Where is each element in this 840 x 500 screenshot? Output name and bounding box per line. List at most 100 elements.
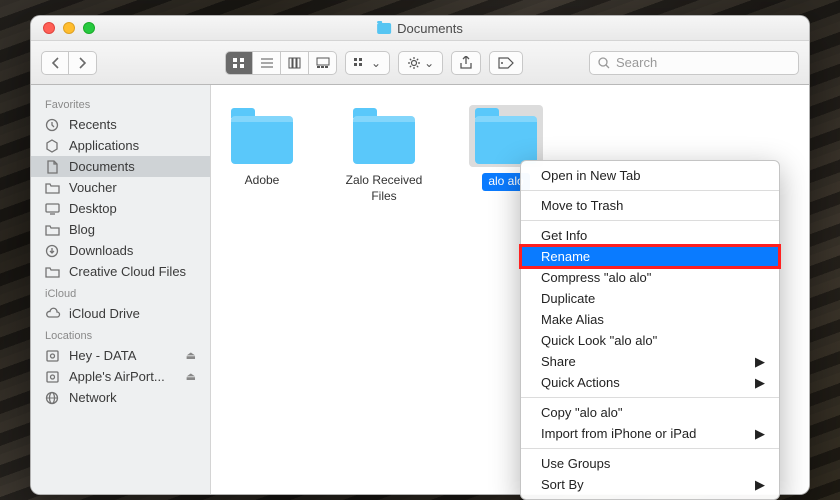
menu-item-label: Get Info [541,228,587,243]
menu-item-use-groups[interactable]: Use Groups [521,453,779,474]
search-placeholder: Search [616,55,657,70]
menu-item-label: Open in New Tab [541,168,641,183]
folder-icon [45,223,61,237]
sidebar-item-blog[interactable]: Blog [31,219,210,240]
sidebar-item-downloads[interactable]: Downloads [31,240,210,261]
menu-item-quick-actions[interactable]: Quick Actions ▶ [521,372,779,393]
eject-icon[interactable]: ⏏ [186,349,196,362]
menu-item-label: Make Alias [541,312,604,327]
submenu-arrow-icon: ▶ [755,477,765,493]
cloud-icon [45,307,61,321]
menu-item-compress-alo-alo[interactable]: Compress "alo alo" [521,267,779,288]
sidebar-item-creative-cloud-files[interactable]: Creative Cloud Files [31,261,210,282]
doc-icon [45,160,61,174]
apps-icon [45,139,61,153]
submenu-arrow-icon: ▶ [755,354,765,370]
desktop-icon [45,202,61,216]
share-button[interactable] [451,51,481,75]
forward-button[interactable] [69,51,97,75]
folder-label: Zalo Received Files [339,173,429,204]
menu-item-rename[interactable]: Rename [521,246,779,267]
window-title: Documents [397,21,463,36]
sidebar-item-label: Hey - DATA [69,348,136,363]
sidebar-item-label: Network [69,390,117,405]
search-input[interactable]: Search [589,51,799,75]
menu-item-import-from-iphone-or-ipad[interactable]: Import from iPhone or iPad ▶ [521,423,779,444]
folder-icon [353,116,415,164]
folder-item[interactable]: Adobe [225,105,299,189]
sidebar-item-label: Voucher [69,180,117,195]
menu-item-label: Use Groups [541,456,610,471]
action-button[interactable]: ⌄ [398,51,443,75]
folder-icon [231,116,293,164]
sidebar-item-desktop[interactable]: Desktop [31,198,210,219]
view-columns-button[interactable] [281,51,309,75]
sidebar-item-label: Creative Cloud Files [69,264,186,279]
clock-icon [45,118,61,132]
folder-icon [45,265,61,279]
sidebar-section-header: Locations [31,324,210,345]
sidebar-item-apple-s-airport-[interactable]: Apple's AirPort... ⏏ [31,366,210,387]
menu-item-label: Duplicate [541,291,595,306]
view-icons-button[interactable] [225,51,253,75]
sidebar-item-voucher[interactable]: Voucher [31,177,210,198]
folder-label: Adobe [245,173,280,189]
view-list-button[interactable] [253,51,281,75]
menu-item-label: Share [541,354,576,369]
sidebar-item-icloud-drive[interactable]: iCloud Drive [31,303,210,324]
globe-icon [45,391,61,405]
menu-item-label: Copy "alo alo" [541,405,623,420]
tags-button[interactable] [489,51,523,75]
download-icon [45,244,61,258]
sidebar-item-applications[interactable]: Applications [31,135,210,156]
sidebar-section-header: Favorites [31,93,210,114]
disk-icon [45,370,61,384]
sidebar-item-hey-data[interactable]: Hey - DATA ⏏ [31,345,210,366]
title-folder-icon [377,23,391,34]
sidebar-item-network[interactable]: Network [31,387,210,408]
sidebar-item-documents[interactable]: Documents [31,156,210,177]
sidebar-item-recents[interactable]: Recents [31,114,210,135]
sidebar-item-label: Documents [69,159,135,174]
sidebar-item-label: Blog [69,222,95,237]
menu-item-label: Quick Actions [541,375,620,390]
close-button[interactable] [43,22,55,34]
menu-item-make-alias[interactable]: Make Alias [521,309,779,330]
menu-item-label: Sort By [541,477,584,492]
eject-icon[interactable]: ⏏ [186,370,196,383]
menu-item-open-in-new-tab[interactable]: Open in New Tab [521,165,779,186]
back-button[interactable] [41,51,69,75]
folder-icon [45,181,61,195]
menu-item-quick-look-alo-alo[interactable]: Quick Look "alo alo" [521,330,779,351]
zoom-button[interactable] [83,22,95,34]
menu-item-label: Move to Trash [541,198,623,213]
menu-item-get-info[interactable]: Get Info [521,225,779,246]
titlebar[interactable]: Documents [31,16,809,41]
menu-item-copy-alo-alo[interactable]: Copy "alo alo" [521,402,779,423]
toolbar: ⌄ ⌄ Search [31,41,809,85]
menu-item-sort-by[interactable]: Sort By ▶ [521,474,779,495]
sidebar-item-label: Applications [69,138,139,153]
sidebar-item-label: Downloads [69,243,133,258]
folder-item[interactable]: Zalo Received Files [339,105,429,204]
menu-item-label: Quick Look "alo alo" [541,333,657,348]
menu-item-label: Compress "alo alo" [541,270,651,285]
menu-item-share[interactable]: Share ▶ [521,351,779,372]
submenu-arrow-icon: ▶ [755,426,765,442]
sidebar-item-label: Recents [69,117,117,132]
sidebar-section-header: iCloud [31,282,210,303]
submenu-arrow-icon: ▶ [755,375,765,391]
menu-item-label: Import from iPhone or iPad [541,426,696,441]
disk-icon [45,349,61,363]
minimize-button[interactable] [63,22,75,34]
sidebar-item-label: Apple's AirPort... [69,369,165,384]
sidebar-item-label: Desktop [69,201,117,216]
menu-item-label: Rename [541,249,590,264]
menu-item-move-to-trash[interactable]: Move to Trash [521,195,779,216]
search-icon [598,57,610,69]
context-menu: Open in New Tab Move to Trash Get Info Rena… [520,160,780,500]
view-gallery-button[interactable] [309,51,337,75]
menu-item-duplicate[interactable]: Duplicate [521,288,779,309]
arrange-button[interactable]: ⌄ [345,51,390,75]
sidebar: Favorites Recents Applications Documents Vou… [31,85,211,494]
